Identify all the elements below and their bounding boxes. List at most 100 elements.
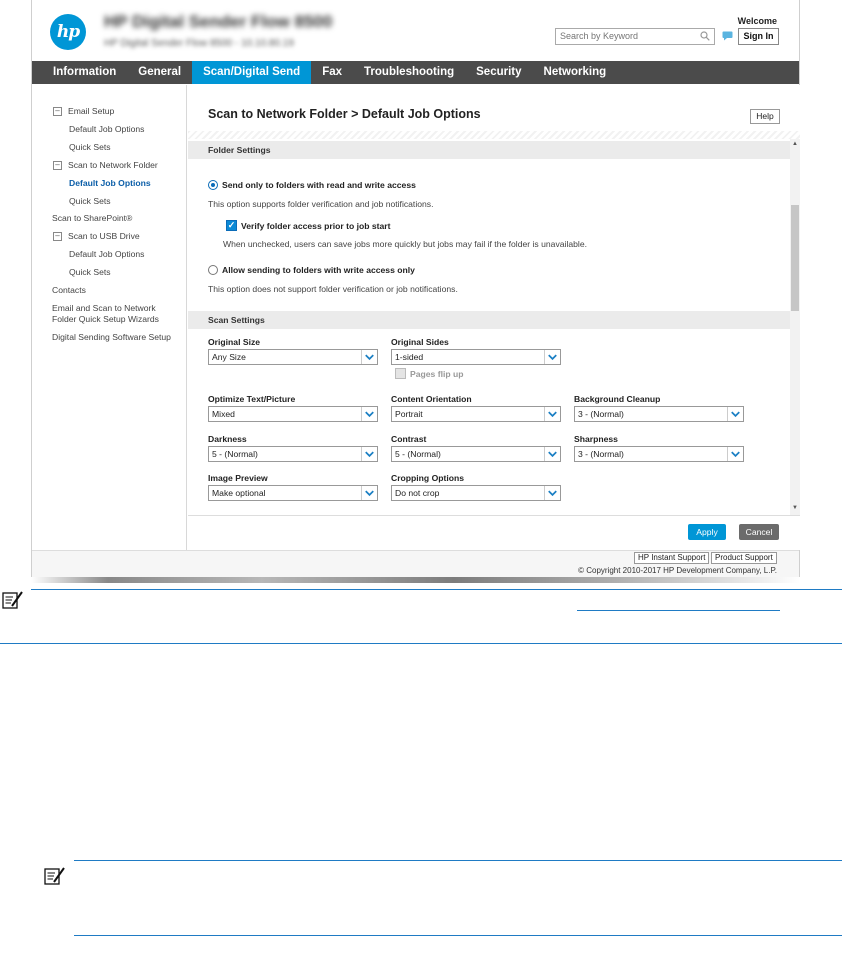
chevron-down-icon[interactable]	[361, 407, 377, 421]
search-icon[interactable]	[700, 31, 710, 41]
collapse-icon[interactable]: –	[53, 232, 62, 242]
sidebar-item-email-default-job-options[interactable]: Default Job Options	[69, 124, 144, 134]
sidebar-item-scan-to-network-folder[interactable]: – Scan to Network Folder	[53, 160, 158, 171]
chevron-down-icon[interactable]	[544, 486, 560, 500]
background-cleanup-label: Background Cleanup	[574, 394, 661, 404]
select-value: 1-sided	[395, 352, 424, 362]
tab-security[interactable]: Security	[465, 61, 532, 84]
device-subtitle: HP Digital Sender Flow 8500 - 10.10.80.1…	[104, 38, 294, 49]
chevron-down-icon[interactable]	[361, 447, 377, 461]
message-icon[interactable]	[722, 31, 733, 41]
verify-hint: When unchecked, users can save jobs more…	[223, 239, 587, 249]
help-button[interactable]: Help	[750, 109, 780, 124]
radio-label: Allow sending to folders with write acce…	[222, 265, 415, 275]
cancel-button[interactable]: Cancel	[739, 524, 779, 540]
tab-networking[interactable]: Networking	[533, 61, 618, 84]
main-panel: Scan to Network Folder > Default Job Opt…	[188, 85, 800, 550]
sidebar-item-folder-default-job-options[interactable]: Default Job Options	[69, 178, 151, 188]
sidebar-item-scan-to-usb-drive[interactable]: – Scan to USB Drive	[53, 231, 140, 242]
chevron-down-icon[interactable]	[361, 486, 377, 500]
settings-scroll-area[interactable]: Folder Settings Send only to folders wit…	[188, 139, 800, 515]
search-field[interactable]	[555, 28, 715, 45]
chevron-down-icon[interactable]	[727, 447, 743, 461]
sidebar-item-quick-setup-wizards[interactable]: Email and Scan to Network	[52, 303, 156, 313]
contrast-label: Contrast	[391, 434, 427, 444]
vertical-scrollbar[interactable]: ▲ ▼	[790, 139, 800, 515]
original-size-label: Original Size	[208, 337, 261, 347]
pages-flip-up-checkbox[interactable]: Pages flip up	[395, 368, 463, 379]
select-value: 5 - (Normal)	[395, 449, 441, 459]
ews-footer: HP Instant Support Product Support © Cop…	[32, 550, 799, 577]
image-preview-select[interactable]: Make optional	[208, 485, 378, 501]
select-value: Mixed	[212, 409, 235, 419]
page-title: Scan to Network Folder > Default Job Opt…	[208, 107, 481, 121]
tab-general[interactable]: General	[127, 61, 192, 84]
doc-hyperlink-underline[interactable]	[577, 610, 780, 611]
collapse-icon[interactable]: –	[53, 107, 62, 117]
tab-fax[interactable]: Fax	[311, 61, 353, 84]
orientation-label: Content Orientation	[391, 394, 472, 404]
cropping-label: Cropping Options	[391, 473, 465, 483]
sidebar-item-contacts[interactable]: Contacts	[52, 285, 86, 295]
darkness-label: Darkness	[208, 434, 247, 444]
sidebar-item-usb-default-job-options[interactable]: Default Job Options	[69, 249, 144, 259]
radio-selected-icon[interactable]	[208, 180, 218, 190]
sidebar: – Email Setup Default Job Options Quick S…	[32, 85, 187, 550]
original-size-select[interactable]: Any Size	[208, 349, 378, 365]
chevron-down-icon[interactable]	[544, 447, 560, 461]
sidebar-item-usb-quick-sets[interactable]: Quick Sets	[69, 267, 111, 277]
note-icon	[2, 591, 23, 609]
chevron-down-icon[interactable]	[544, 350, 560, 364]
checkbox-disabled-icon[interactable]	[395, 368, 406, 379]
chevron-down-icon[interactable]	[727, 407, 743, 421]
note-bottom-rule	[0, 643, 842, 644]
search-input[interactable]	[560, 31, 690, 41]
select-value: Do not crop	[395, 488, 440, 498]
main-nav: Information General Scan/Digital Send Fa…	[32, 61, 799, 84]
tab-information[interactable]: Information	[32, 61, 127, 84]
orientation-select[interactable]: Portrait	[391, 406, 561, 422]
original-sides-select[interactable]: 1-sided	[391, 349, 561, 365]
product-support-link[interactable]: Product Support	[711, 552, 777, 564]
darkness-select[interactable]: 5 - (Normal)	[208, 446, 378, 462]
welcome-text: Welcome	[737, 16, 777, 26]
radio-read-write-access[interactable]: Send only to folders with read and write…	[208, 180, 416, 190]
sign-in-button[interactable]: Sign In	[738, 28, 779, 45]
contrast-select[interactable]: 5 - (Normal)	[391, 446, 561, 462]
copyright-text: © Copyright 2010-2017 HP Development Com…	[578, 566, 777, 575]
sidebar-item-folder-quick-sets[interactable]: Quick Sets	[69, 196, 111, 206]
select-value: 3 - (Normal)	[578, 449, 624, 459]
sidebar-item-email-setup[interactable]: – Email Setup	[53, 106, 114, 117]
select-value: Any Size	[212, 352, 246, 362]
note-top-rule-2	[74, 860, 842, 861]
radio-unselected-icon[interactable]	[208, 265, 218, 275]
tab-troubleshooting[interactable]: Troubleshooting	[353, 61, 465, 84]
apply-button[interactable]: Apply	[688, 524, 726, 540]
collapse-icon[interactable]: –	[53, 161, 62, 171]
hp-logo[interactable]: hp	[50, 14, 86, 50]
checkmark-icon[interactable]: ✓	[226, 220, 237, 231]
image-preview-label: Image Preview	[208, 473, 268, 483]
optimize-select[interactable]: Mixed	[208, 406, 378, 422]
sidebar-item-email-quick-sets[interactable]: Quick Sets	[69, 142, 111, 152]
sidebar-item-quick-setup-wizards-line2[interactable]: Folder Quick Setup Wizards	[52, 314, 159, 324]
verify-folder-access-checkbox[interactable]: ✓ Verify folder access prior to job star…	[226, 220, 390, 231]
select-value: 5 - (Normal)	[212, 449, 258, 459]
sharpness-select[interactable]: 3 - (Normal)	[574, 446, 744, 462]
tab-scan-digital-send[interactable]: Scan/Digital Send	[192, 61, 312, 84]
sidebar-item-digital-sending-software[interactable]: Digital Sending Software Setup	[52, 332, 171, 342]
background-cleanup-select[interactable]: 3 - (Normal)	[574, 406, 744, 422]
hp-instant-support-link[interactable]: HP Instant Support	[634, 552, 710, 564]
sidebar-item-scan-to-sharepoint[interactable]: Scan to SharePoint®	[52, 213, 132, 223]
checkbox-label: Verify folder access prior to job start	[241, 220, 391, 231]
radio-write-only-access[interactable]: Allow sending to folders with write acce…	[208, 265, 415, 275]
cropping-select[interactable]: Do not crop	[391, 485, 561, 501]
chevron-down-icon[interactable]	[361, 350, 377, 364]
sidebar-item-label: Scan to USB Drive	[68, 231, 140, 241]
scrollbar-thumb[interactable]	[791, 205, 799, 311]
scroll-up-icon[interactable]: ▲	[791, 141, 799, 149]
optimize-label: Optimize Text/Picture	[208, 394, 296, 404]
chevron-down-icon[interactable]	[544, 407, 560, 421]
select-value: Make optional	[212, 488, 266, 498]
scroll-down-icon[interactable]: ▼	[791, 505, 799, 513]
